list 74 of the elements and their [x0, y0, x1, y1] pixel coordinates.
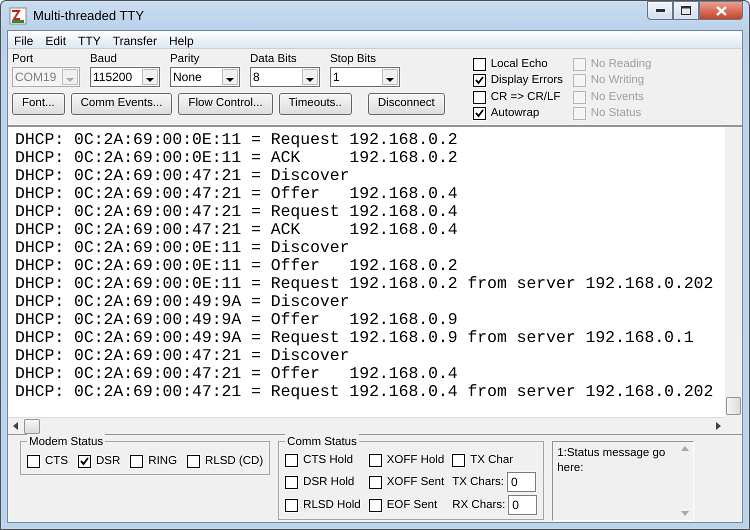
checkbox-label: TX Char — [470, 453, 514, 468]
field-label: Baud — [90, 52, 118, 67]
dropdown[interactable]: 1 — [330, 67, 400, 87]
checkbox[interactable] — [472, 74, 486, 88]
checkbox[interactable] — [472, 107, 486, 120]
checkbox[interactable] — [452, 454, 466, 468]
checkbox-label: RLSD (CD) — [205, 454, 264, 469]
checkbox-label: RLSD Hold — [303, 498, 361, 513]
checkbox-label: Autowrap — [490, 106, 540, 122]
scroll-thumb[interactable] — [726, 397, 741, 415]
minimize-button[interactable] — [647, 1, 673, 20]
menu-item[interactable]: Transfer — [106, 31, 163, 48]
counter-label: TX Chars: — [452, 474, 504, 490]
checkbox-label: No Writing — [590, 73, 644, 88]
dropdown[interactable]: 115200 — [90, 67, 160, 87]
checkbox[interactable] — [285, 454, 298, 468]
field-label: Data Bits — [250, 52, 298, 67]
checkbox[interactable] — [78, 455, 91, 468]
horizontal-scrollbar[interactable] — [8, 417, 725, 434]
scroll-left-icon[interactable] — [12, 422, 18, 430]
maximize-icon — [681, 6, 691, 15]
checkbox-label: CTS — [45, 454, 68, 469]
window-title: Multi-threaded TTY — [33, 6, 144, 25]
checkbox[interactable] — [27, 455, 40, 468]
checkbox[interactable] — [187, 455, 200, 468]
push-button[interactable]: Timeouts.. — [278, 93, 352, 115]
checkbox[interactable] — [285, 498, 298, 512]
vertical-scrollbar[interactable] — [725, 127, 742, 417]
scroll-thumb[interactable] — [24, 418, 40, 434]
checkbox-label: Display Errors — [490, 73, 563, 88]
checkbox-label: DSR Hold — [303, 474, 354, 490]
checkbox-label: XOFF Sent — [386, 474, 444, 490]
checkbox[interactable] — [368, 476, 382, 489]
push-button[interactable]: Comm Events... — [70, 93, 172, 115]
push-button[interactable]: Font... — [12, 93, 65, 115]
checkbox-label: Local Echo — [490, 56, 548, 72]
checkbox-label: No Events — [590, 90, 644, 105]
checkbox-label: DSR — [96, 454, 120, 469]
checkbox-label: No Status — [590, 106, 642, 122]
checkbox[interactable] — [368, 454, 382, 468]
counter-label: RX Chars: — [452, 498, 506, 513]
checkbox-label: EOF Sent — [386, 498, 438, 513]
menu-item[interactable]: File — [8, 31, 40, 48]
checkbox[interactable] — [130, 455, 144, 468]
checkbox[interactable] — [285, 476, 298, 489]
field-label: Stop Bits — [330, 52, 378, 67]
checkbox[interactable] — [472, 90, 486, 104]
maximize-button[interactable] — [673, 1, 699, 20]
checkbox-label: No Reading — [590, 56, 652, 72]
dropdown[interactable]: None — [170, 67, 240, 87]
close-button[interactable] — [699, 1, 743, 20]
menu-item[interactable]: Help — [162, 31, 200, 48]
menu-item[interactable]: TTY — [72, 31, 107, 48]
checkbox-label: XOFF Hold — [386, 453, 444, 468]
dropdown: COM19 — [12, 67, 80, 87]
field-label: Parity — [170, 52, 200, 67]
menu-item[interactable]: Edit — [39, 31, 72, 48]
checkbox-label: CR => CR/LF — [490, 90, 560, 105]
push-button[interactable]: Disconnect — [368, 93, 445, 115]
terminal-output: DHCP: 0C:2A:69:00:0E:11 = Request 192.168.0.2 DHCP: 0C:2A:69:00:0E:11 = ACK 192.168.0.2 DHCP: 0C:2A:69:00:47:21 = Discover DHCP: 0C:2A:69:00:47:21 = Offer 192.168.0.4 DHCP: 0C:2A:69:00:47:21 = Request 192.168.0.4 DHCP: 0C:2A:69:00:47:21 = ACK 192.168.0.4 DHCP: 0C:2A:69:00:0E:11 = Discover DHCP: 0C:2A:69:00:0E:11 = Offer 192.168.0.2 DHCP: 0C:2A:69:00:0E:11 = Request 192.168.0.2 from server 192.168.0.202 DHCP: 0C:2A:69:00:49:9A = Discover DHCP: 0C:2A:69:00:49:9A = Offer 192.168.0.9 DHCP: 0C:2A:69:00:49:9A = Request 192.168.0.9 from server 192.168.0.1 DHCP: 0C:2A:69:00:47:21 = Discover DHCP: 0C:2A:69:00:47:21 = Offer 192.168.0.4 DHCP: 0C:2A:69:00:47:21 = Request 192.168.0.4 from server 192.168.0.202 — [14, 129, 714, 403]
counter-field: 0 — [507, 472, 536, 492]
push-button[interactable]: Flow Control... — [178, 93, 273, 115]
close-icon — [716, 6, 726, 16]
dropdown[interactable]: 8 — [250, 67, 320, 87]
field-label: Port — [12, 52, 34, 67]
status-message: 1:Status message go here: — [556, 446, 666, 476]
checkbox[interactable] — [368, 498, 382, 512]
checkbox-label: RING — [148, 454, 178, 469]
app-icon — [9, 6, 27, 24]
scroll-right-icon[interactable] — [716, 422, 720, 430]
checkbox[interactable] — [472, 58, 486, 71]
counter-field: 0 — [508, 495, 538, 516]
checkbox-label: CTS Hold — [303, 453, 354, 468]
minimize-icon — [656, 9, 664, 12]
